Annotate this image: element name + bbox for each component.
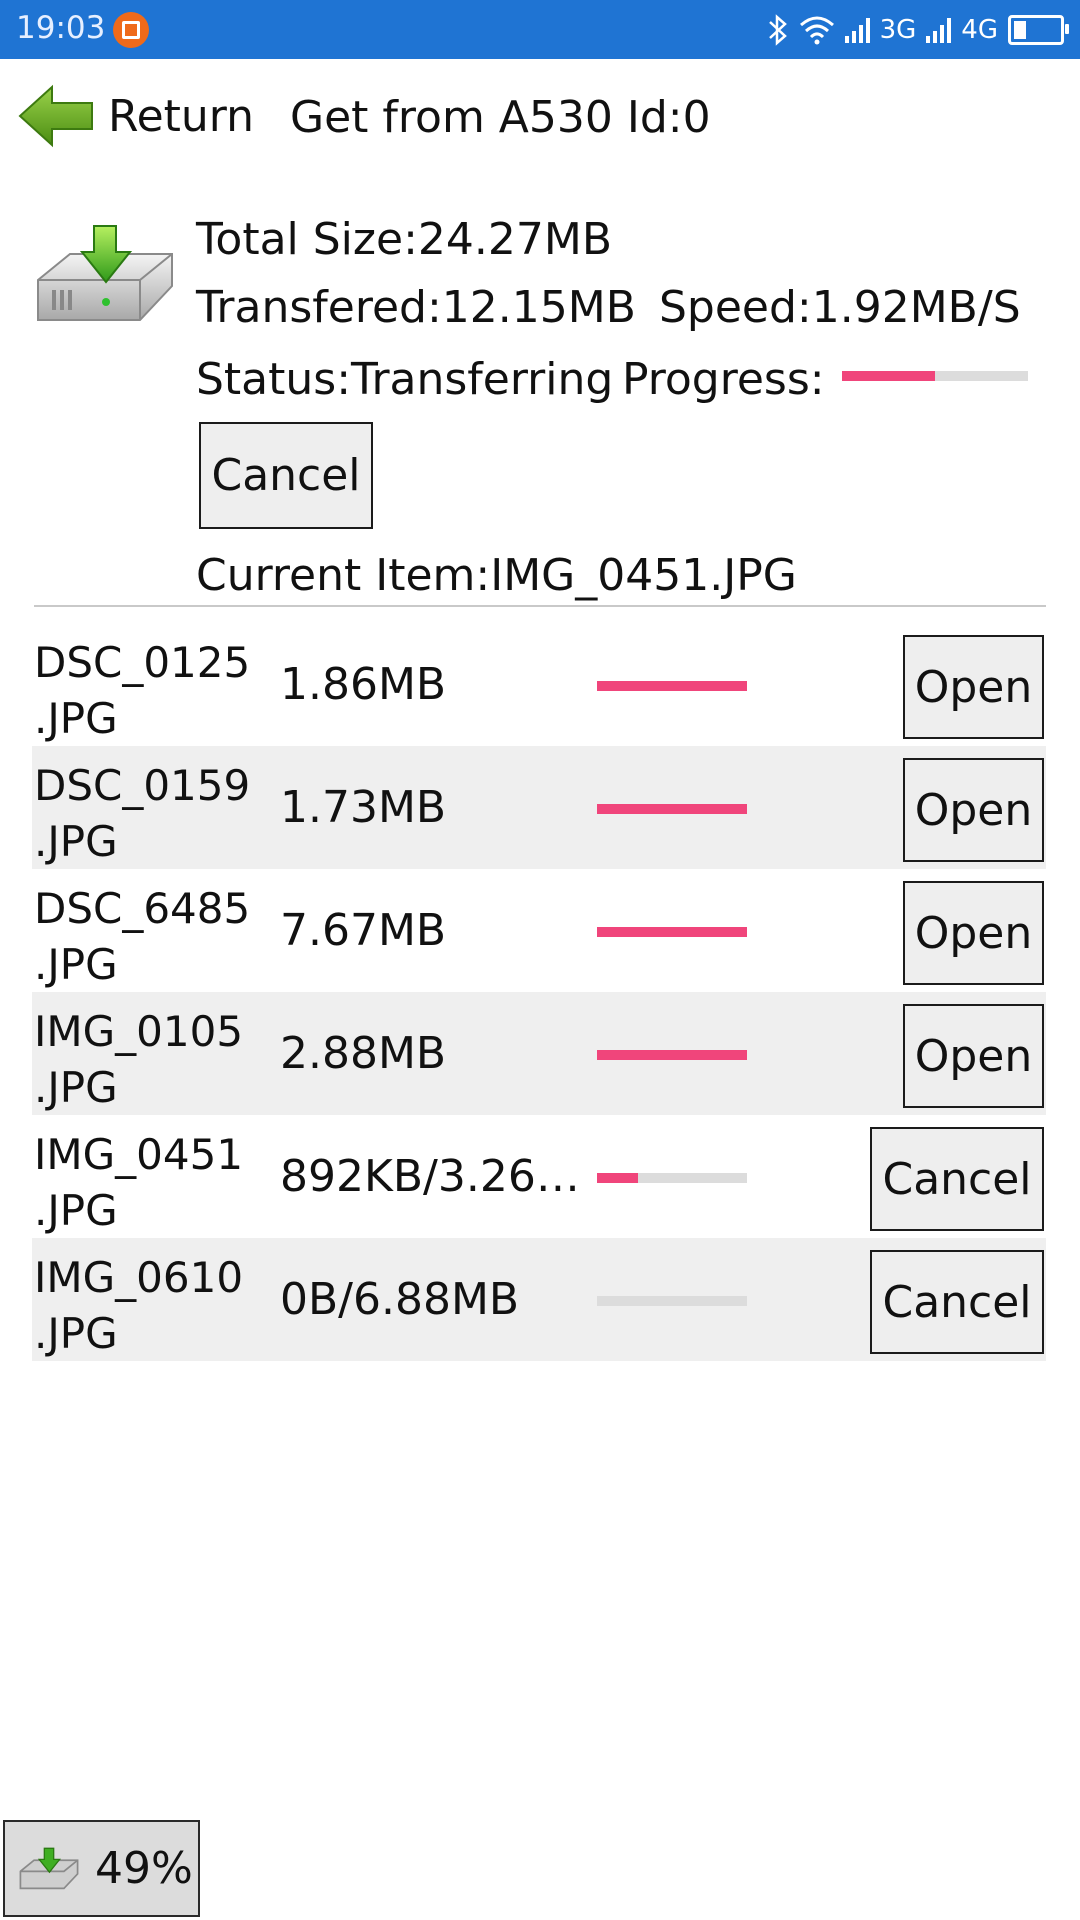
floating-progress-percent: 49% xyxy=(95,1843,193,1894)
battery-low-icon xyxy=(1008,15,1069,45)
file-name: DSC_0125 .JPG xyxy=(34,635,250,747)
return-label: Return xyxy=(108,90,255,142)
file-name-line1: DSC_6485 xyxy=(34,884,251,933)
cancel-file-button[interactable]: Cancel xyxy=(870,1250,1044,1354)
transfer-status: Status:Transferring xyxy=(196,354,614,405)
open-file-button[interactable]: Open xyxy=(903,635,1044,739)
total-size: Total Size:24.27MB xyxy=(196,214,613,265)
progress-label: Progress: xyxy=(622,354,825,405)
file-progress-fill xyxy=(597,927,747,937)
open-file-button[interactable]: Open xyxy=(903,881,1044,985)
file-name-line2: .JPG xyxy=(34,817,118,866)
file-size: 1.86MB xyxy=(280,659,447,710)
file-name: IMG_0610 .JPG xyxy=(34,1250,243,1362)
file-progress-fill xyxy=(597,681,747,691)
file-name-line2: .JPG xyxy=(34,1186,118,1235)
cancel-file-button[interactable]: Cancel xyxy=(870,1127,1044,1231)
file-progress-fill xyxy=(597,804,747,814)
file-name: DSC_0159 .JPG xyxy=(34,758,250,870)
return-button[interactable]: Return xyxy=(18,84,254,148)
signal-4g-icon xyxy=(926,17,952,43)
screen-record-notification-icon xyxy=(113,12,149,48)
file-name-line1: IMG_0451 xyxy=(34,1130,244,1179)
file-list: DSC_0125 .JPG 1.86MB Open DSC_0159 .JPG 1.73MB… xyxy=(32,623,1046,1361)
divider xyxy=(34,605,1046,607)
open-file-button[interactable]: Open xyxy=(903,1004,1044,1108)
signal-3g-icon xyxy=(844,17,870,43)
file-row: IMG_0105 .JPG 2.88MB Open xyxy=(32,992,1046,1115)
transfer-speed: Speed:1.92MB/S xyxy=(659,282,1021,333)
network-3g-label: 3G xyxy=(879,15,917,45)
file-progress-fill xyxy=(597,1050,747,1060)
file-name-line2: .JPG xyxy=(34,1063,118,1112)
file-name-line2: .JPG xyxy=(34,940,118,989)
file-name-line2: .JPG xyxy=(34,1309,118,1358)
open-file-button[interactable]: Open xyxy=(903,758,1044,862)
floating-progress-widget[interactable]: 49% xyxy=(3,1820,200,1917)
file-progress-bar xyxy=(597,927,747,937)
status-bar: 19:03 3G 4G xyxy=(0,0,1080,59)
file-row: IMG_0610 .JPG 0B/6.88MB Cancel xyxy=(32,1238,1046,1361)
current-item: Current Item:IMG_0451.JPG xyxy=(196,550,797,601)
file-name-line1: DSC_0159 xyxy=(34,761,251,810)
file-progress-bar xyxy=(597,1050,747,1060)
file-row: DSC_0159 .JPG 1.73MB Open xyxy=(32,746,1046,869)
file-size: 7.67MB xyxy=(280,905,447,956)
overall-progress-bar xyxy=(842,371,1028,381)
overall-progress-fill xyxy=(842,371,935,381)
file-name: IMG_0105 .JPG xyxy=(34,1004,243,1116)
file-size: 0B/6.88MB xyxy=(280,1274,520,1325)
file-name: DSC_6485 .JPG xyxy=(34,881,250,993)
back-arrow-icon xyxy=(18,84,93,148)
hard-drive-download-icon xyxy=(37,225,173,321)
file-progress-bar xyxy=(597,681,747,691)
file-row: IMG_0451 .JPG 892KB/3.26… Cancel xyxy=(32,1115,1046,1238)
file-size: 892KB/3.26… xyxy=(280,1151,580,1202)
file-progress-bar xyxy=(597,804,747,814)
page-title: Get from A530 Id:0 xyxy=(290,92,711,143)
file-size: 2.88MB xyxy=(280,1028,447,1079)
file-row: DSC_0125 .JPG 1.86MB Open xyxy=(32,623,1046,746)
file-name-line1: IMG_0105 xyxy=(34,1007,244,1056)
file-row: DSC_6485 .JPG 7.67MB Open xyxy=(32,869,1046,992)
file-name-line2: .JPG xyxy=(34,694,118,743)
file-progress-bar xyxy=(597,1173,747,1183)
hard-drive-download-icon xyxy=(19,1847,79,1889)
cancel-all-button[interactable]: Cancel xyxy=(199,422,373,529)
wifi-icon xyxy=(799,16,834,45)
file-name-line1: IMG_0610 xyxy=(34,1253,244,1302)
file-progress-bar xyxy=(597,1296,747,1306)
file-progress-fill xyxy=(597,1173,638,1183)
status-time: 19:03 xyxy=(16,10,106,46)
file-name: IMG_0451 .JPG xyxy=(34,1127,243,1239)
transferred-amount: Transfered:12.15MB xyxy=(196,282,636,333)
file-name-line1: DSC_0125 xyxy=(34,638,251,687)
bluetooth-icon xyxy=(768,14,787,46)
network-4g-label: 4G xyxy=(961,15,998,45)
file-size: 1.73MB xyxy=(280,782,447,833)
